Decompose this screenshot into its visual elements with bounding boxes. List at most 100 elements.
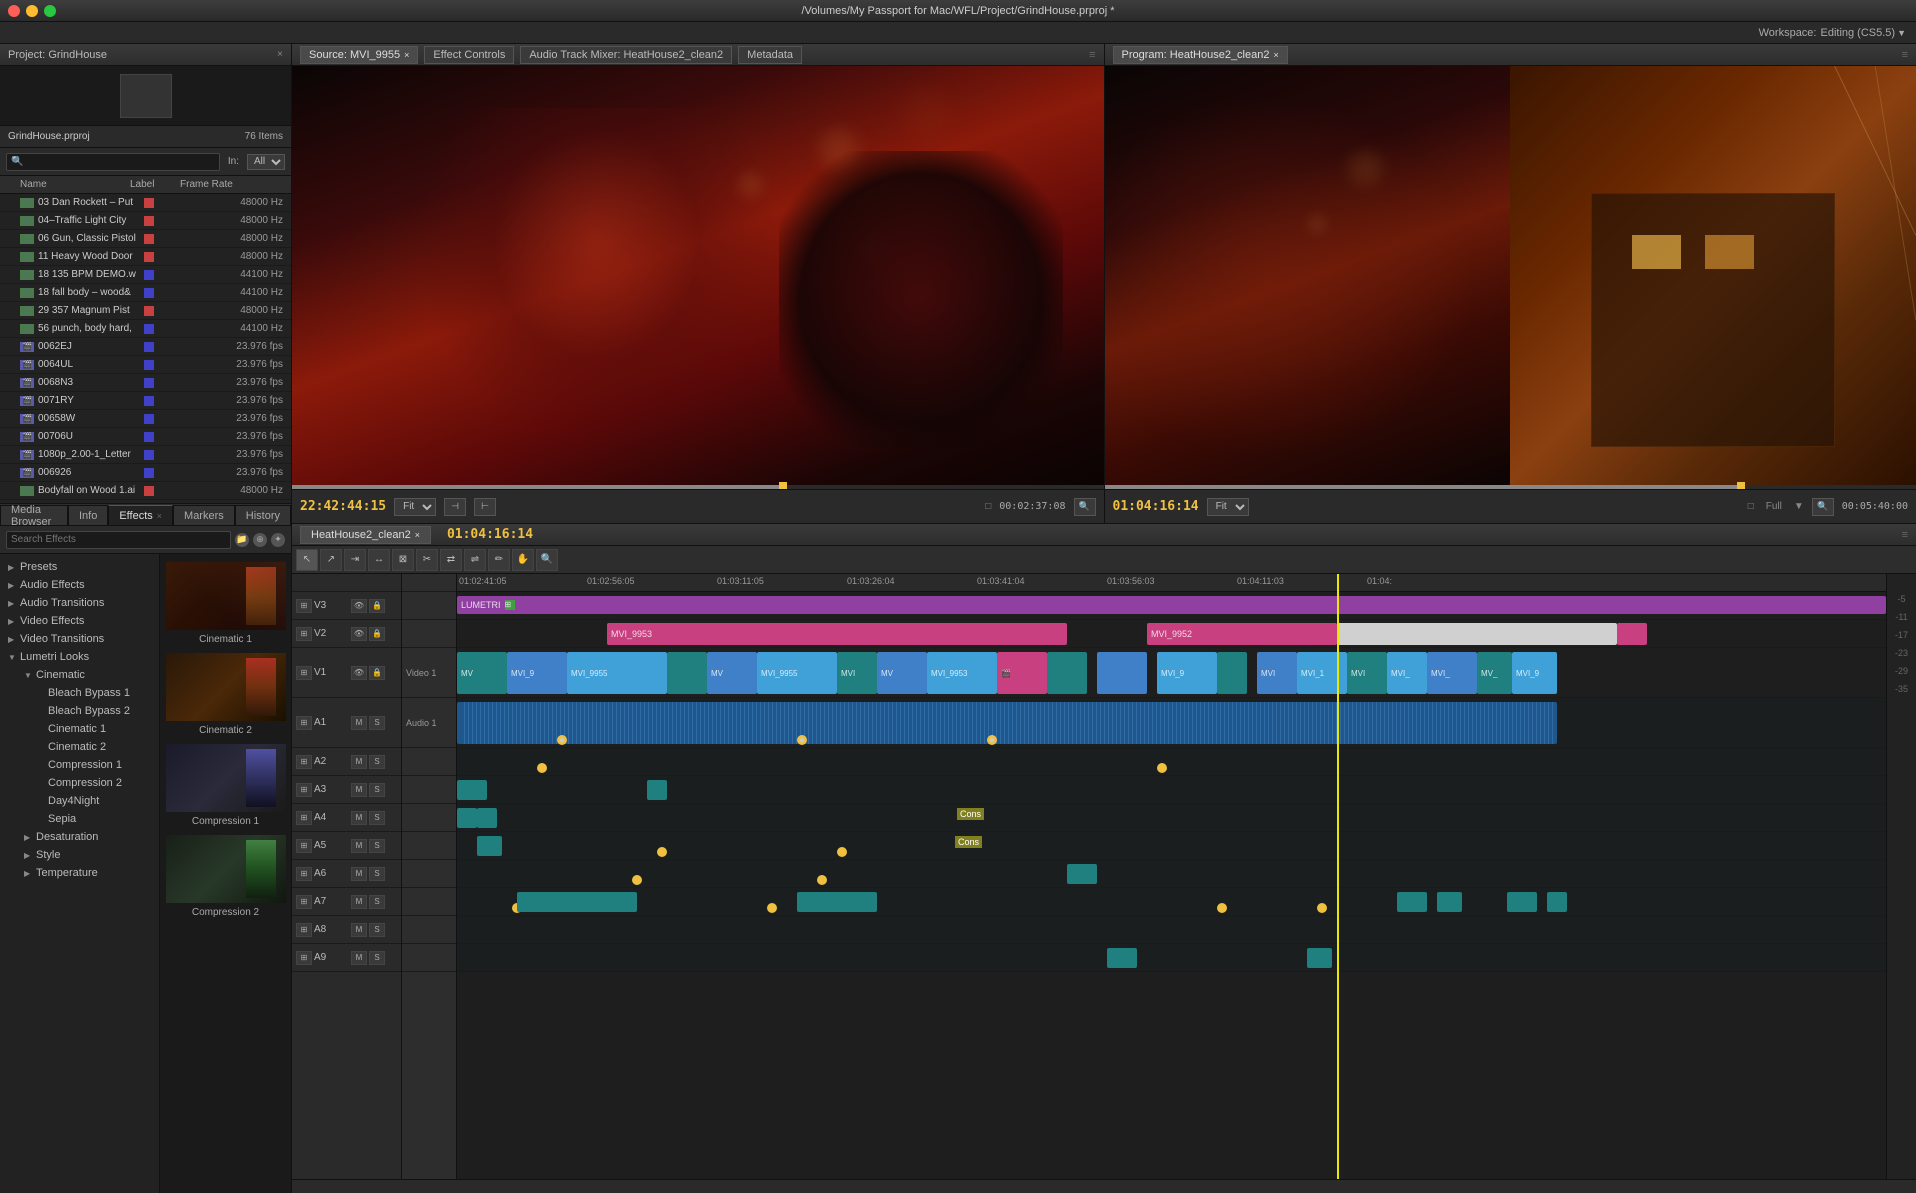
v1-clip-blue2[interactable] <box>1097 652 1147 694</box>
a7-clip3[interactable] <box>1397 892 1427 912</box>
track-a9-s[interactable]: S <box>369 951 385 965</box>
v2-clip-mvi9953[interactable]: MVI_9953 <box>607 623 1067 645</box>
track-a6-s[interactable]: S <box>369 867 385 881</box>
track-a5-s[interactable]: S <box>369 839 385 853</box>
track-a5-m[interactable]: M <box>351 839 367 853</box>
minimize-button[interactable] <box>26 5 38 17</box>
lumetri-clip[interactable]: LUMETRI ⊞ <box>457 596 1886 614</box>
program-timecode[interactable]: 01:04:16:14 <box>1113 499 1199 514</box>
v1-clip-teal4[interactable]: MVI <box>1347 652 1387 694</box>
a9-clip2[interactable] <box>1307 948 1332 968</box>
monitor-panel-menu[interactable]: ≡ <box>1089 49 1095 61</box>
audio-track-mixer-tab[interactable]: Audio Track Mixer: HeatHouse2_clean2 <box>520 46 732 64</box>
tree-item-audio-effects[interactable]: ▶ Audio Effects <box>0 576 159 594</box>
project-panel-close[interactable]: × <box>277 49 283 60</box>
track-a3-m[interactable]: M <box>351 783 367 797</box>
v1-clip-mv3[interactable]: MV <box>877 652 927 694</box>
track-a1-m[interactable]: M <box>351 716 367 730</box>
v2-clip-pink2[interactable] <box>1617 623 1647 645</box>
project-search-input[interactable] <box>6 153 220 171</box>
tool-roll[interactable]: ↔ <box>368 549 390 571</box>
track-a3-s[interactable]: S <box>369 783 385 797</box>
tree-item-video-transitions[interactable]: ▶ Video Transitions <box>0 630 159 648</box>
list-item[interactable]: 🎬 00658W 23.976 fps <box>0 410 291 428</box>
thumbnail-compression-2[interactable]: Compression 2 <box>168 835 283 918</box>
effects-option2-button[interactable]: ✦ <box>271 533 285 547</box>
tree-item-presets[interactable]: ▶ Presets <box>0 558 159 576</box>
v1-clip-teal3[interactable] <box>1217 652 1247 694</box>
tree-item-audio-transitions[interactable]: ▶ Audio Transitions <box>0 594 159 612</box>
a7-clip2[interactable] <box>797 892 877 912</box>
tab-media-browser[interactable]: Media Browser <box>0 505 68 525</box>
tab-markers[interactable]: Markers <box>173 505 235 525</box>
list-item[interactable]: 🎵 29 357 Magnum Pist 48000 Hz <box>0 302 291 320</box>
a7-clip4[interactable] <box>1437 892 1462 912</box>
track-v1-lock[interactable]: 🔒 <box>369 666 385 680</box>
list-item[interactable]: 🎵 06 Gun, Classic Pistol 48000 Hz <box>0 230 291 248</box>
list-item[interactable]: 🎬 1080p_2.00-1_Letter 23.976 fps <box>0 446 291 464</box>
thumbnail-cinematic-2[interactable]: Cinematic 2 <box>168 653 283 736</box>
tree-item-desaturation[interactable]: ▶ Desaturation <box>0 828 159 846</box>
tool-razor[interactable]: ✂ <box>416 549 438 571</box>
in-dropdown[interactable]: All <box>247 154 285 170</box>
tree-item-cinematic-2[interactable]: Cinematic 2 <box>0 738 159 756</box>
v1-clip-pink[interactable]: 🎬 <box>997 652 1047 694</box>
tree-item-lumetri-looks[interactable]: ▼ Lumetri Looks <box>0 648 159 666</box>
track-v3-lock[interactable]: 🔒 <box>369 599 385 613</box>
a5-clip1[interactable] <box>477 836 502 856</box>
thumbnail-cinematic-1[interactable]: Cinematic 1 <box>168 562 283 645</box>
list-item[interactable]: 🎬 00706U 23.976 fps <box>0 428 291 446</box>
list-item[interactable]: 🎵 Bodyfall on Wood 1.ai 48000 Hz <box>0 482 291 500</box>
track-a2-s[interactable]: S <box>369 755 385 769</box>
list-item[interactable]: 🎬 0068N3 23.976 fps <box>0 374 291 392</box>
track-a8-toggle[interactable]: ⊞ <box>296 923 312 937</box>
tab-effects[interactable]: Effects × <box>108 505 173 525</box>
track-a8-s[interactable]: S <box>369 923 385 937</box>
tool-rate-stretch[interactable]: ⊠ <box>392 549 414 571</box>
a3-clip1[interactable] <box>457 780 487 800</box>
tree-item-video-effects[interactable]: ▶ Video Effects <box>0 612 159 630</box>
tree-item-day4night[interactable]: Day4Night <box>0 792 159 810</box>
effects-option1-button[interactable]: ⊕ <box>253 533 267 547</box>
tool-ripple[interactable]: ⇥ <box>344 549 366 571</box>
tree-item-bleach-bypass-2[interactable]: Bleach Bypass 2 <box>0 702 159 720</box>
tab-history[interactable]: History <box>235 505 291 525</box>
timeline-sequence-tab[interactable]: HeatHouse2_clean2 × <box>300 526 431 544</box>
track-a9-toggle[interactable]: ⊞ <box>296 951 312 965</box>
track-a1-toggle[interactable]: ⊞ <box>296 716 312 730</box>
a7-clip6[interactable] <box>1547 892 1567 912</box>
maximize-button[interactable] <box>44 5 56 17</box>
list-item[interactable]: 🎬 0062EJ 23.976 fps <box>0 338 291 356</box>
effect-controls-tab[interactable]: Effect Controls <box>424 46 514 64</box>
program-zoom-btn[interactable]: 🔍 <box>1812 498 1834 516</box>
new-effects-folder-button[interactable]: 📁 <box>235 533 249 547</box>
v1-clip-mvi9953b[interactable]: MVI_9953 <box>927 652 997 694</box>
v1-clip-lb2[interactable]: MVI_9 <box>1157 652 1217 694</box>
tab-effects-close[interactable]: × <box>157 511 162 521</box>
v1-clip-lb5[interactable]: MVI_9 <box>1512 652 1557 694</box>
v2-clip-mvi9952[interactable]: MVI_9952 <box>1147 623 1337 645</box>
v1-clip-lb4[interactable]: MVI_ <box>1387 652 1427 694</box>
source-tab-close[interactable]: × <box>404 50 409 60</box>
track-a7-m[interactable]: M <box>351 895 367 909</box>
v1-clip-small2[interactable]: MV <box>707 652 757 694</box>
source-mark-in[interactable]: ⊣ <box>444 498 466 516</box>
track-v3-toggle[interactable]: ⊞ <box>296 599 312 613</box>
a7-clip1[interactable] <box>517 892 637 912</box>
track-v2-lock[interactable]: 🔒 <box>369 627 385 641</box>
metadata-tab[interactable]: Metadata <box>738 46 802 64</box>
track-v2-toggle[interactable]: ⊞ <box>296 627 312 641</box>
list-item[interactable]: 🎵 18 135 BPM DEMO.w 44100 Hz <box>0 266 291 284</box>
tree-item-style[interactable]: ▶ Style <box>0 846 159 864</box>
track-a7-toggle[interactable]: ⊞ <box>296 895 312 909</box>
tool-pen[interactable]: ✏ <box>488 549 510 571</box>
track-v1-toggle[interactable]: ⊞ <box>296 666 312 680</box>
tool-slide[interactable]: ⇌ <box>464 549 486 571</box>
track-a6-m[interactable]: M <box>351 867 367 881</box>
source-timecode[interactable]: 22:42:44:15 <box>300 499 386 514</box>
track-a9-m[interactable]: M <box>351 951 367 965</box>
list-item[interactable]: 🎬 006926 23.976 fps <box>0 464 291 482</box>
list-item[interactable]: 🎵 03 Dan Rockett – Put 48000 Hz <box>0 194 291 212</box>
workspace-dropdown-arrow[interactable]: ▼ <box>1897 28 1906 38</box>
track-a1-s[interactable]: S <box>369 716 385 730</box>
